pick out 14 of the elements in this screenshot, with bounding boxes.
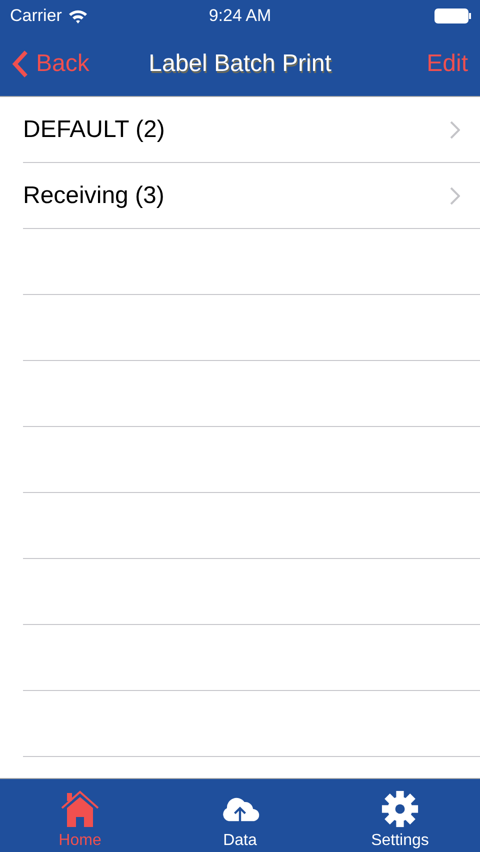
wifi-icon — [68, 8, 88, 24]
chevron-icon — [450, 186, 460, 204]
tab-bar-item[interactable]: Data — [160, 779, 320, 852]
status-time: 9:24 AM — [208, 6, 272, 25]
house-icon — [60, 790, 100, 828]
back-chevron-icon — [12, 50, 28, 78]
list-row[interactable]: Receiving (3) — [23, 163, 480, 229]
list-row[interactable]: DEFAULT (2) — [23, 97, 480, 163]
carrier-label: Carrier — [10, 6, 62, 26]
nav-title: Label Batch Print — [148, 50, 332, 77]
battery-icon — [434, 8, 472, 24]
chevron-icon — [450, 120, 460, 138]
tab-bar-item[interactable]: Settings — [320, 779, 480, 852]
settings-icon — [380, 790, 420, 828]
